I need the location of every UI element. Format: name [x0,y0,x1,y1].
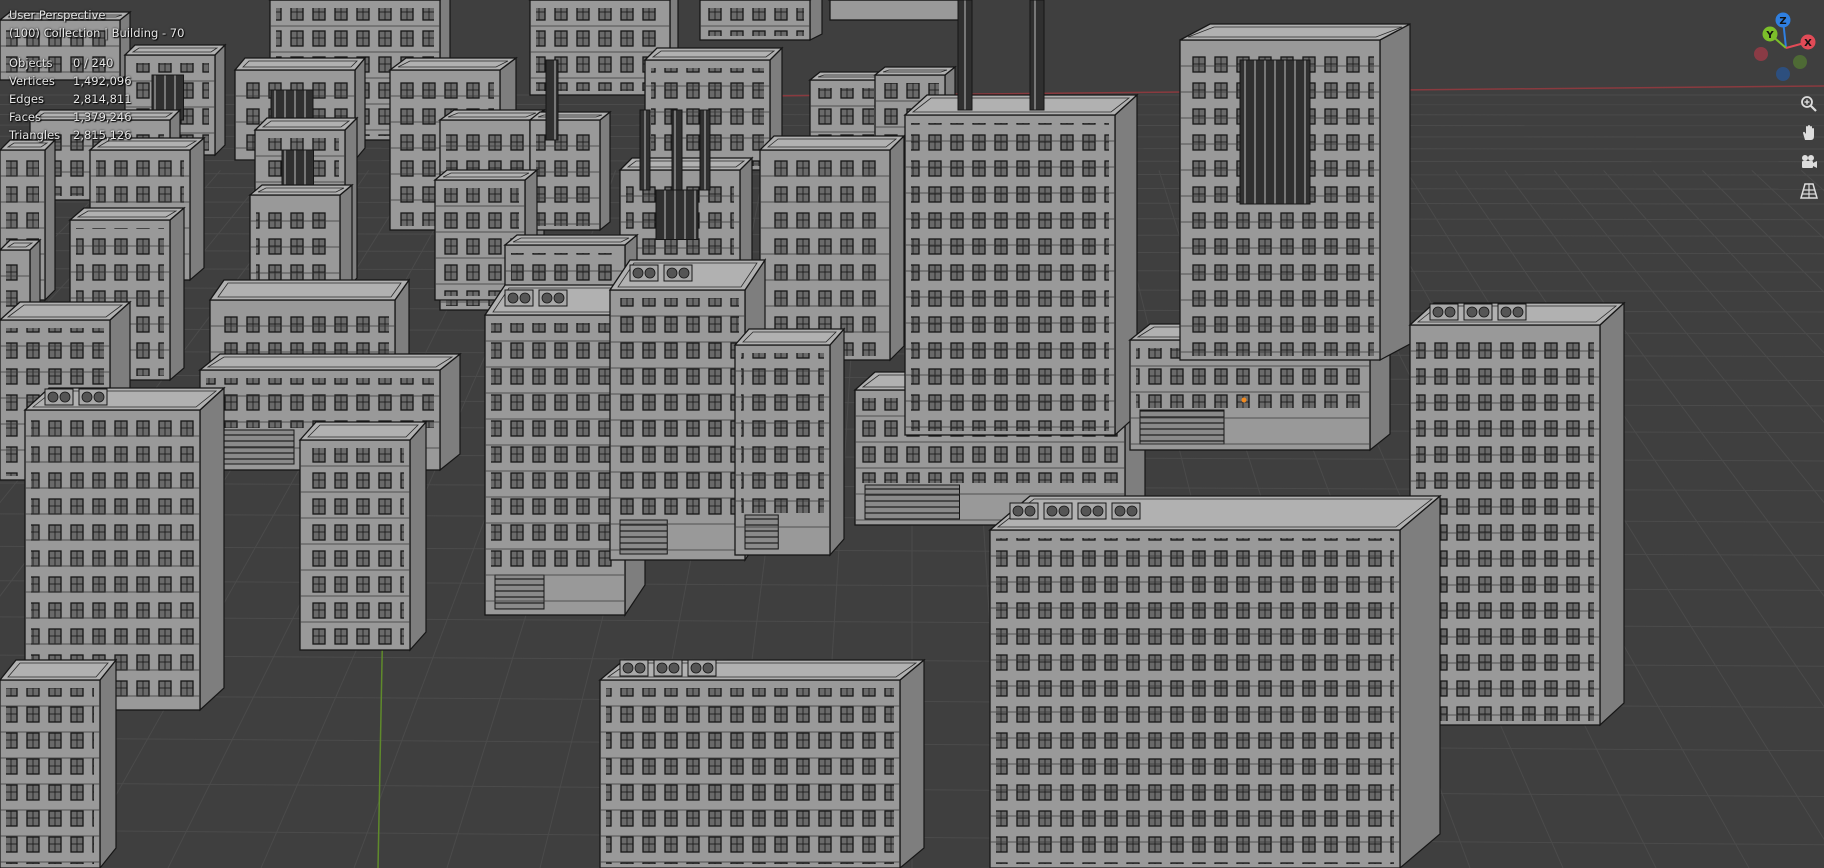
building-model[interactable] [827,0,971,22]
view-name: User Perspective [9,8,106,22]
svg-text:Y: Y [1765,30,1774,41]
building-model[interactable] [545,59,559,141]
grid-perspective-icon [1800,183,1818,199]
building-model[interactable] [903,93,1139,437]
building-model[interactable] [988,494,1442,868]
gizmo-neg-x-axis[interactable] [1754,47,1768,61]
gizmo-x-axis[interactable]: X [1800,34,1816,50]
building-model[interactable] [1179,23,1411,361]
perspective-toggle-button[interactable] [1796,178,1822,204]
stat-triangles: Triangles 2,815,126 [9,128,132,142]
camera-view-button[interactable] [1796,149,1822,175]
stat-objects: Objects 0 / 240 [9,56,114,70]
building-model[interactable] [957,0,973,111]
building-model[interactable] [733,327,846,557]
building-model[interactable] [671,109,683,191]
navigation-gizmo[interactable]: Z Y X [1740,8,1824,88]
svg-text:Z: Z [1779,16,1786,27]
building-model[interactable] [699,0,823,41]
building-model[interactable] [1029,0,1045,111]
building-model[interactable] [639,109,651,191]
zoom-button[interactable] [1796,91,1822,117]
object-origin [1241,397,1247,403]
building-model[interactable] [598,658,926,868]
building-model[interactable] [298,420,428,652]
view-context: (100) Collection | Building - 70 [9,26,185,40]
scene-statistics: Objects 0 / 240 Vertices 1,492,096 Edges 2,… [9,56,132,146]
gizmo-neg-z-axis[interactable] [1776,67,1790,81]
hand-icon [1803,125,1814,140]
pan-button[interactable] [1796,120,1822,146]
3d-viewport[interactable]: User Perspective (100) Collection | Buil… [0,0,1824,868]
building-model[interactable] [758,134,906,362]
building-model[interactable] [699,109,711,191]
gizmo-neg-y-axis[interactable] [1793,55,1807,69]
magnifier-plus-icon [1801,96,1817,112]
viewport-scene[interactable] [0,0,1824,868]
stat-faces: Faces 1,379,246 [9,110,132,124]
building-model[interactable] [0,658,118,868]
camera-icon [1802,155,1817,168]
svg-text:X: X [1804,38,1812,49]
building-model[interactable] [248,183,354,297]
stat-vertices: Vertices 1,492,096 [9,74,132,88]
stat-edges: Edges 2,814,811 [9,92,132,106]
building-model[interactable] [528,110,612,232]
gizmo-z-axis[interactable]: Z [1775,12,1791,28]
gizmo-y-axis[interactable]: Y [1762,26,1778,42]
building-model[interactable] [1408,301,1626,727]
